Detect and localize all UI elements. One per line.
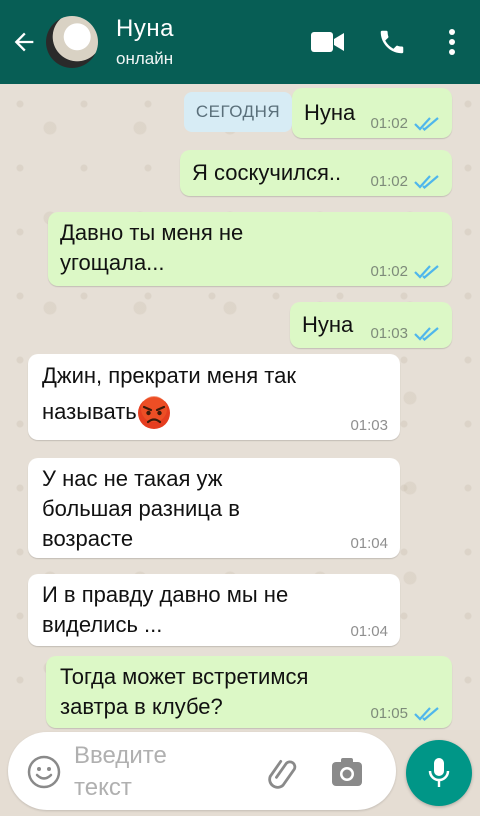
message-bubble-outgoing[interactable]: Давно ты меня не угощала... 01:02	[48, 212, 452, 286]
date-separator: СЕГОДНЯ	[184, 92, 292, 132]
read-ticks-icon	[414, 264, 439, 279]
read-ticks-icon	[414, 174, 439, 189]
message-text: виделись ...	[42, 612, 163, 637]
message-time: 01:02	[370, 173, 408, 190]
read-ticks-icon	[414, 706, 439, 721]
message-time: 01:04	[350, 623, 388, 640]
read-ticks-icon	[414, 326, 439, 341]
chat-header: Нуна онлайн	[0, 0, 480, 84]
message-text: Джин, прекрати меня так	[42, 363, 296, 388]
message-text: называть	[42, 399, 137, 424]
message-bubble-outgoing[interactable]: Нуна 01:02	[292, 88, 452, 138]
message-bubble-outgoing[interactable]: Я соскучился.. 01:02	[180, 150, 452, 196]
contact-info[interactable]: Нуна онлайн	[116, 15, 174, 69]
message-time: 01:04	[350, 535, 388, 552]
message-text: Давно ты меня не	[60, 220, 244, 245]
message-text-block: У нас не такая уж большая разница в возр…	[42, 464, 240, 554]
voice-record-button[interactable]	[406, 740, 472, 806]
phone-icon	[380, 30, 404, 54]
video-call-button[interactable]	[296, 0, 360, 84]
mic-icon	[428, 758, 450, 787]
more-options-button[interactable]	[424, 0, 480, 84]
more-options-icon	[449, 29, 455, 55]
message-text: Тогда может встретимся	[60, 664, 309, 689]
placeholder-text: текст	[74, 774, 132, 801]
message-input[interactable]: Введите текст	[74, 740, 224, 804]
back-arrow-icon	[14, 32, 34, 52]
emoji-icon[interactable]	[26, 754, 62, 790]
message-text: У нас не такая уж	[42, 466, 223, 491]
message-bubble-incoming[interactable]: Джин, прекрати меня так называть 01:03	[28, 354, 400, 440]
message-text-block: Тогда может встретимся завтра в клубе?	[60, 662, 308, 722]
message-time: 01:02	[370, 115, 408, 132]
message-text: И в правду давно мы не	[42, 582, 289, 607]
contact-name: Нуна	[116, 15, 174, 42]
message-time: 01:05	[370, 705, 408, 722]
message-text: Нуна	[302, 312, 354, 337]
message-time: 01:03	[350, 417, 388, 434]
message-time: 01:02	[370, 263, 408, 280]
message-text-block: Джин, прекрати меня так называть	[42, 358, 296, 430]
message-list[interactable]: СЕГОДНЯ Нуна 01:02 Я соскучился.. 01:02 …	[0, 84, 480, 730]
message-text-block: Давно ты меня не угощала...	[60, 218, 243, 278]
message-text: Я соскучился..	[192, 160, 342, 185]
voice-call-button[interactable]	[360, 0, 424, 84]
placeholder-text: Введите	[74, 742, 167, 769]
message-text: завтра в клубе?	[60, 694, 223, 719]
attach-icon[interactable]	[264, 754, 304, 794]
back-button[interactable]	[2, 0, 46, 84]
message-bubble-outgoing[interactable]: Тогда может встретимся завтра в клубе? 0…	[46, 656, 452, 728]
message-bubble-outgoing[interactable]: Нуна 01:03	[290, 302, 452, 348]
message-bubble-incoming[interactable]: И в правду давно мы не виделись ... 01:0…	[28, 574, 400, 646]
message-text: угощала...	[60, 250, 165, 275]
message-text: большая разница в	[42, 496, 240, 521]
contact-status: онлайн	[116, 49, 174, 68]
message-text: Нуна	[304, 100, 356, 125]
read-ticks-icon	[414, 116, 439, 131]
message-text-block: И в правду давно мы не виделись ...	[42, 580, 288, 640]
message-composer: Введите текст	[8, 732, 396, 810]
message-bubble-incoming[interactable]: У нас не такая уж большая разница в возр…	[28, 458, 400, 558]
message-text: возрасте	[42, 526, 134, 551]
angry-face-emoji	[137, 396, 170, 430]
message-time: 01:03	[370, 325, 408, 342]
video-call-icon	[311, 32, 344, 52]
camera-icon[interactable]	[330, 756, 364, 790]
contact-avatar[interactable]	[46, 16, 98, 68]
